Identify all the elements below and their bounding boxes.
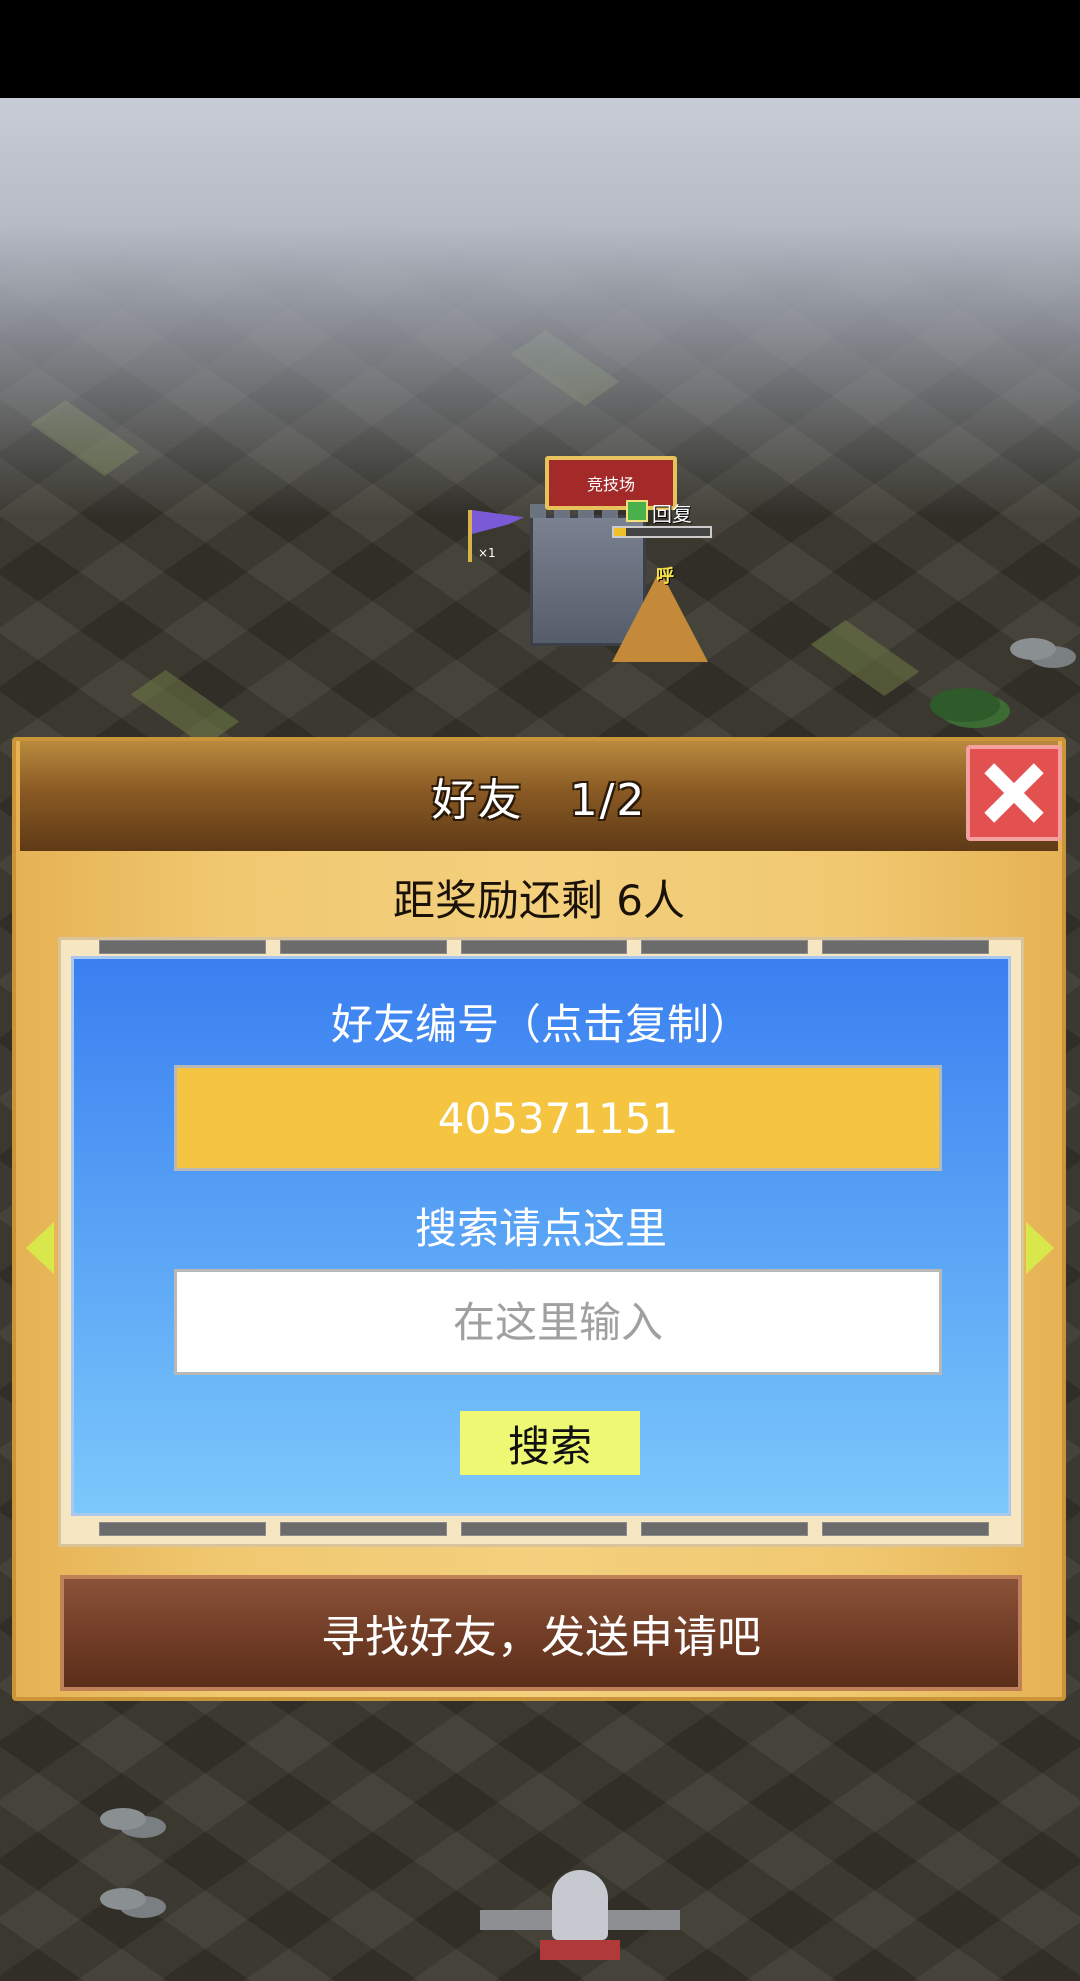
tab-slot: [822, 1522, 989, 1536]
tab-slot: [641, 1522, 809, 1536]
dialog-header: 好友 1/2: [20, 741, 1058, 851]
castle-statue: [552, 1870, 608, 1940]
rock: [1010, 638, 1056, 660]
close-icon: [979, 758, 1049, 828]
next-page-arrow-icon[interactable]: [1026, 1222, 1054, 1274]
tab-slot: [279, 1522, 447, 1536]
tab-slot: [822, 940, 989, 954]
flag-pole: [468, 510, 472, 562]
reply-icon: [626, 500, 648, 522]
building-progress-bar: [612, 526, 712, 538]
bottom-tab-strip: [99, 1522, 989, 1536]
bush: [930, 688, 1000, 722]
rock: [100, 1888, 146, 1910]
fog-overlay: [0, 98, 1080, 518]
search-input[interactable]: [174, 1269, 942, 1375]
previous-page-arrow-icon[interactable]: [26, 1222, 54, 1274]
friend-id-copy-box[interactable]: 405371151: [174, 1065, 942, 1171]
shout-label: 呼: [656, 566, 674, 587]
friends-dialog: 好友 1/2 距奖励还剩 6人 好友编号（点击复制） 405371151 搜索请…: [12, 737, 1066, 1701]
rock: [100, 1808, 146, 1830]
grass-tile: [130, 669, 240, 747]
castle-base: [540, 1940, 620, 1960]
reward-remaining-text: 距奖励还剩 6人: [392, 876, 686, 925]
tab-slot: [460, 940, 628, 954]
search-button[interactable]: 搜索: [460, 1411, 640, 1475]
friend-panel-frame: 好友编号（点击复制） 405371151 搜索请点这里 搜索: [58, 937, 1024, 1547]
castle[interactable]: [480, 1870, 680, 1981]
tab-slot: [279, 940, 447, 954]
tab-slot: [99, 940, 266, 954]
tab-slot: [641, 940, 809, 954]
top-tab-strip: [99, 940, 989, 954]
grass-tile: [810, 619, 920, 697]
close-button[interactable]: [966, 745, 1062, 841]
reply-label: 回复: [652, 502, 692, 526]
tab-slot: [460, 1522, 628, 1536]
friend-id-label: 好友编号（点击复制）: [330, 1000, 751, 1049]
tab-slot: [99, 1522, 266, 1536]
friend-search-panel: 好友编号（点击复制） 405371151 搜索请点这里 搜索: [71, 956, 1011, 1516]
building-progress-fill: [614, 528, 626, 536]
status-bar: [0, 0, 1080, 98]
search-label: 搜索请点这里: [414, 1204, 667, 1253]
dialog-title: 好友 1/2: [431, 775, 647, 826]
find-friends-button[interactable]: 寻找好友，发送申请吧: [60, 1575, 1022, 1691]
flag-count: ×1: [478, 546, 496, 560]
